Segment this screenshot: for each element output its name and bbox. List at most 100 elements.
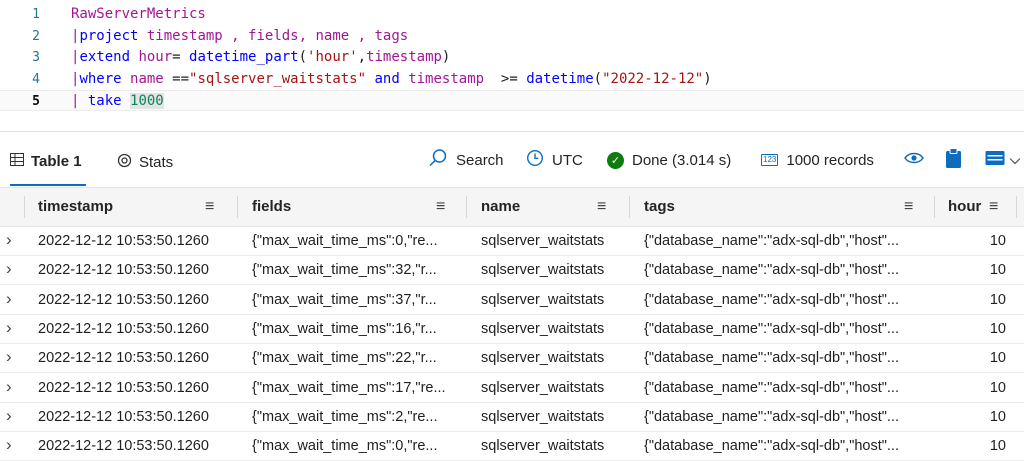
cell-name[interactable]: sqlserver_waitstats <box>481 227 626 255</box>
code-line[interactable]: 1 RawServerMetrics <box>0 4 1024 25</box>
search-button[interactable]: Search <box>428 138 504 182</box>
code-token: project <box>79 27 139 44</box>
cell-hour[interactable]: 10 <box>940 227 1006 255</box>
code-token: timestamp , fields, name , tags <box>138 27 409 44</box>
code-token: ( <box>298 49 308 65</box>
cell-name[interactable]: sqlserver_waitstats <box>481 432 626 460</box>
cell-fields[interactable]: {"max_wait_time_ms":0,"re... <box>252 432 462 460</box>
code-line[interactable]: 2 |project timestamp , fields, name , tag… <box>0 26 1024 47</box>
cell-timestamp[interactable]: 2022-12-12 10:53:50.1260 <box>38 315 233 343</box>
row-expand-icon[interactable]: › <box>6 344 12 372</box>
cell-fields[interactable]: {"max_wait_time_ms":2,"re... <box>252 403 462 431</box>
cell-name[interactable]: sqlserver_waitstats <box>481 344 626 372</box>
code-token: datetime <box>526 70 594 87</box>
grid-header: timestamp ≡ fields ≡ name ≡ tags ≡ hour … <box>0 187 1024 227</box>
code-token: timestamp <box>366 49 442 65</box>
cell-tags[interactable]: {"database_name":"adx-sql-db","host"... <box>644 286 929 314</box>
cell-timestamp[interactable]: 2022-12-12 10:53:50.1260 <box>38 286 233 314</box>
code-line[interactable]: 3 |extend hour= datetime_part('hour',time… <box>0 47 1024 68</box>
tab-stats-label: Stats <box>139 153 174 171</box>
row-expand-icon[interactable]: › <box>6 256 12 284</box>
cell-tags[interactable]: {"database_name":"adx-sql-db","host"... <box>644 374 929 402</box>
cell-timestamp[interactable]: 2022-12-12 10:53:50.1260 <box>38 374 233 402</box>
column-menu-icon[interactable]: ≡ <box>989 188 998 226</box>
cell-fields[interactable]: {"max_wait_time_ms":16,"r... <box>252 315 462 343</box>
record-count-label: 1000 records <box>786 151 874 169</box>
cell-fields[interactable]: {"max_wait_time_ms":17,"re... <box>252 374 462 402</box>
cell-name[interactable]: sqlserver_waitstats <box>481 374 626 402</box>
row-expand-icon[interactable]: › <box>6 403 12 431</box>
column-header-timestamp[interactable]: timestamp <box>38 188 113 226</box>
code-token: and <box>366 70 409 87</box>
cell-fields[interactable]: {"max_wait_time_ms":0,"re... <box>252 227 462 255</box>
cell-timestamp[interactable]: 2022-12-12 10:53:50.1260 <box>38 403 233 431</box>
cell-tags[interactable]: {"database_name":"adx-sql-db","host"... <box>644 227 929 255</box>
cell-hour[interactable]: 10 <box>940 315 1006 343</box>
timezone-label: UTC <box>552 151 583 169</box>
copy-button[interactable] <box>946 138 961 182</box>
preview-button[interactable] <box>904 138 924 182</box>
row-expand-icon[interactable]: › <box>6 432 12 460</box>
cell-timestamp[interactable]: 2022-12-12 10:53:50.1260 <box>38 227 233 255</box>
cell-hour[interactable]: 10 <box>940 432 1006 460</box>
layout-button[interactable] <box>985 138 1021 182</box>
column-separator <box>24 196 25 218</box>
column-menu-icon[interactable]: ≡ <box>436 188 445 226</box>
table-row[interactable]: › 2022-12-12 10:53:50.1260 {"max_wait_time… <box>0 256 1024 286</box>
tab-table-1[interactable]: Table 1 <box>10 138 86 186</box>
row-expand-icon[interactable]: › <box>6 315 12 343</box>
row-expand-icon[interactable]: › <box>6 374 12 402</box>
column-header-tags[interactable]: tags <box>644 188 675 226</box>
table-row[interactable]: › 2022-12-12 10:53:50.1260 {"max_wait_time… <box>0 315 1024 344</box>
code-token: "sqlserver_waitstats" <box>189 70 367 87</box>
chevron-down-icon[interactable] <box>1009 152 1021 169</box>
table-row[interactable]: › 2022-12-12 10:53:50.1260 {"max_wait_time… <box>0 227 1024 256</box>
column-menu-icon[interactable]: ≡ <box>904 188 913 226</box>
clock-icon <box>526 149 544 171</box>
cell-fields[interactable]: {"max_wait_time_ms":37,"r... <box>252 286 462 314</box>
code-line[interactable]: 5 | take 1000 <box>0 90 1024 111</box>
cell-hour[interactable]: 10 <box>940 286 1006 314</box>
cell-timestamp[interactable]: 2022-12-12 10:53:50.1260 <box>38 432 233 460</box>
cell-fields[interactable]: {"max_wait_time_ms":22,"r... <box>252 344 462 372</box>
code-text: | take 1000 <box>71 91 164 112</box>
code-token: == <box>172 70 190 87</box>
cell-name[interactable]: sqlserver_waitstats <box>481 256 626 284</box>
row-expand-icon[interactable]: › <box>6 286 12 314</box>
cell-tags[interactable]: {"database_name":"adx-sql-db","host"... <box>644 432 929 460</box>
row-expand-icon[interactable]: › <box>6 227 12 255</box>
column-header-hour[interactable]: hour <box>948 188 981 226</box>
query-editor[interactable]: 1 RawServerMetrics 2 |project timestamp , f… <box>0 0 1024 118</box>
code-line[interactable]: 4 |where name =="sqlserver_waitstats" and… <box>0 69 1024 90</box>
cell-timestamp[interactable]: 2022-12-12 10:53:50.1260 <box>38 344 233 372</box>
table-row[interactable]: › 2022-12-12 10:53:50.1260 {"max_wait_time… <box>0 286 1024 315</box>
cell-tags[interactable]: {"database_name":"adx-sql-db","host"... <box>644 315 929 343</box>
cell-hour[interactable]: 10 <box>940 374 1006 402</box>
cell-name[interactable]: sqlserver_waitstats <box>481 286 626 314</box>
cell-tags[interactable]: {"database_name":"adx-sql-db","host"... <box>644 344 929 372</box>
cell-hour[interactable]: 10 <box>940 256 1006 284</box>
cell-tags[interactable]: {"database_name":"adx-sql-db","host"... <box>644 256 929 284</box>
table-row[interactable]: › 2022-12-12 10:53:50.1260 {"max_wait_time… <box>0 403 1024 432</box>
tab-stats[interactable]: Stats <box>117 138 173 186</box>
cell-timestamp[interactable]: 2022-12-12 10:53:50.1260 <box>38 256 233 284</box>
code-token: where <box>79 70 122 87</box>
cell-name[interactable]: sqlserver_waitstats <box>481 315 626 343</box>
cell-hour[interactable]: 10 <box>940 344 1006 372</box>
cell-fields[interactable]: {"max_wait_time_ms":32,"r... <box>252 256 462 284</box>
table-row[interactable]: › 2022-12-12 10:53:50.1260 {"max_wait_time… <box>0 344 1024 374</box>
cell-tags[interactable]: {"database_name":"adx-sql-db","host"... <box>644 403 929 431</box>
cell-name[interactable]: sqlserver_waitstats <box>481 403 626 431</box>
column-header-name[interactable]: name <box>481 188 520 226</box>
column-header-fields[interactable]: fields <box>252 188 291 226</box>
layout-icon <box>985 150 1005 170</box>
clipboard-icon <box>946 148 961 172</box>
column-menu-icon[interactable]: ≡ <box>597 188 606 226</box>
cell-hour[interactable]: 10 <box>940 403 1006 431</box>
table-row[interactable]: › 2022-12-12 10:53:50.1260 {"max_wait_time… <box>0 374 1024 403</box>
table-row[interactable]: › 2022-12-12 10:53:50.1260 {"max_wait_time… <box>0 432 1024 461</box>
timezone-button[interactable]: UTC <box>526 138 583 182</box>
line-number: 3 <box>32 50 40 65</box>
column-menu-icon[interactable]: ≡ <box>205 188 214 226</box>
